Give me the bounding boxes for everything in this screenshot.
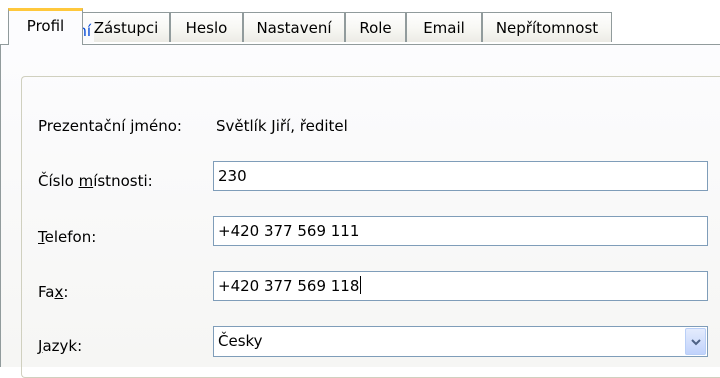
language-select-value: Česky bbox=[218, 332, 263, 350]
language-select[interactable]: Česky bbox=[213, 326, 708, 357]
phone-input[interactable]: +420 377 569 111 bbox=[213, 216, 708, 246]
tab-role[interactable]: Role bbox=[345, 12, 406, 42]
dropdown-button[interactable] bbox=[685, 328, 706, 355]
text-caret bbox=[360, 276, 362, 294]
phone-label: Telefon: bbox=[38, 228, 97, 246]
tab-divider bbox=[0, 44, 720, 45]
tab-profil[interactable]: Profil bbox=[8, 8, 83, 45]
chevron-down-icon bbox=[691, 339, 701, 346]
room-number-input[interactable]: 230 bbox=[213, 161, 708, 191]
tab-email[interactable]: Email bbox=[406, 12, 482, 42]
fax-input[interactable]: +420 377 569 118 bbox=[213, 271, 708, 301]
tab-zastupci[interactable]: Zástupci bbox=[82, 12, 170, 42]
room-number-label: Číslo místnosti: bbox=[38, 172, 153, 190]
fax-input-value: +420 377 569 118 bbox=[218, 277, 360, 295]
tab-nepritomnost[interactable]: Nepřítomnost bbox=[482, 12, 612, 42]
tab-heslo[interactable]: Heslo bbox=[170, 12, 243, 42]
tab-nastaveni[interactable]: Nastavení bbox=[243, 12, 345, 42]
tab-panel-profil bbox=[0, 44, 720, 378]
presentation-name-value: Světlík Jiří, ředitel bbox=[216, 117, 348, 135]
tab-strip: Zástupci Heslo Nastavení Role Email Nepř… bbox=[0, 0, 720, 45]
fax-label: Fax: bbox=[38, 283, 69, 301]
presentation-name-label: Prezentační jméno: bbox=[38, 117, 182, 135]
language-label: Jazyk: bbox=[38, 337, 83, 355]
